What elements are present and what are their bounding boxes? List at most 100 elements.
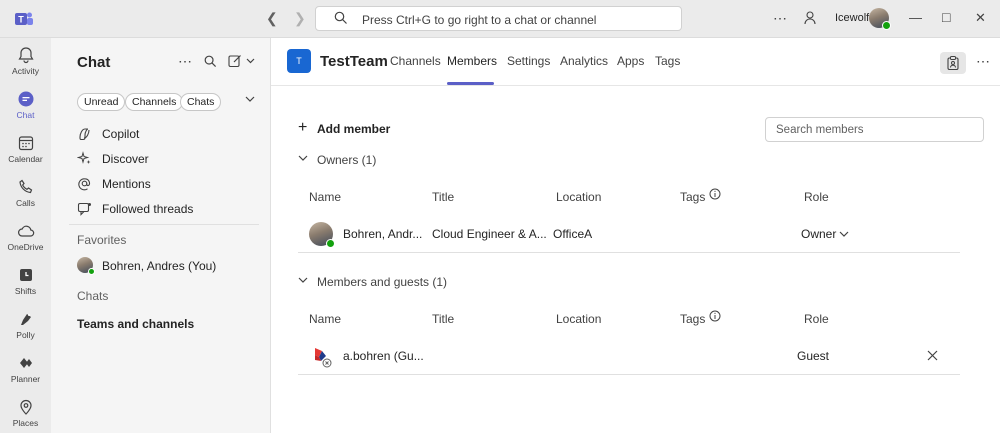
chevron-down-icon <box>298 277 308 283</box>
main-content: T TestTeam Channels Members Settings Ana… <box>271 38 1000 433</box>
minimize-icon[interactable]: — <box>909 10 922 25</box>
cloud-icon <box>17 225 34 237</box>
clipboard-person-icon <box>947 56 959 70</box>
avatar <box>309 222 335 248</box>
info-icon[interactable] <box>709 310 721 322</box>
rail-label: Activity <box>12 66 39 76</box>
chevron-down-icon[interactable] <box>839 231 849 238</box>
bell-icon <box>17 47 34 64</box>
rail-item-activity[interactable]: Activity <box>0 42 51 86</box>
chevron-down-icon[interactable] <box>246 58 255 64</box>
quick-link-label: Discover <box>102 152 149 166</box>
search-icon <box>334 11 347 24</box>
favorite-chat-label: Bohren, Andres (You) <box>102 259 217 273</box>
places-icon <box>19 399 32 415</box>
search-members-input[interactable]: Search members <box>765 117 984 142</box>
active-tab-indicator <box>447 82 494 85</box>
people-icon[interactable] <box>803 10 819 26</box>
info-icon[interactable] <box>709 188 721 200</box>
tab-settings[interactable]: Settings <box>507 54 550 68</box>
copilot-icon <box>79 128 90 141</box>
member-name[interactable]: a.bohren (Gu... <box>343 349 424 363</box>
owners-section-label: Owners (1) <box>317 153 377 167</box>
more-options-icon[interactable]: ⋯ <box>178 53 192 70</box>
filter-chip-chats[interactable]: Chats <box>180 93 222 111</box>
teams-and-channels-heading[interactable]: Teams and channels <box>77 317 194 331</box>
tab-members[interactable]: Members <box>447 54 497 68</box>
column-header-name[interactable]: Name <box>309 312 341 326</box>
maximize-icon[interactable]: □ <box>942 9 950 25</box>
at-sign-icon <box>78 178 91 191</box>
chat-pane: Chat ⋯ Unread Channels Chats Copilot Dis… <box>51 38 271 433</box>
rail-label: Polly <box>16 330 35 340</box>
column-header-location[interactable]: Location <box>556 190 601 204</box>
remove-member-icon[interactable] <box>927 350 938 361</box>
quick-link-label: Followed threads <box>102 202 194 216</box>
member-name[interactable]: Bohren, Andr... <box>343 227 422 241</box>
column-header-role[interactable]: Role <box>804 190 829 204</box>
team-name: TestTeam <box>320 53 388 70</box>
column-header-tags[interactable]: Tags <box>680 312 705 326</box>
column-header-title[interactable]: Title <box>432 312 454 326</box>
polly-icon <box>20 314 31 325</box>
team-header: T TestTeam Channels Members Settings Ana… <box>271 38 1000 86</box>
chats-heading[interactable]: Chats <box>77 289 108 303</box>
user-avatar[interactable] <box>869 8 891 30</box>
rail-item-calendar[interactable]: Calendar <box>0 130 51 174</box>
team-info-button[interactable] <box>940 52 966 74</box>
sparkle-icon <box>77 151 91 164</box>
teams-logo-icon: T <box>15 12 33 25</box>
rail-item-chat[interactable]: Chat <box>0 86 51 130</box>
tab-analytics[interactable]: Analytics <box>560 54 608 68</box>
rail-label: Calls <box>16 198 35 208</box>
divider <box>69 224 259 225</box>
chat-title: Chat <box>77 54 111 71</box>
add-member-label: Add member <box>317 122 391 136</box>
column-header-title[interactable]: Title <box>432 190 454 204</box>
rail-label: Places <box>12 418 39 428</box>
rail-item-polly[interactable]: Polly <box>0 306 51 350</box>
username[interactable]: Icewolf <box>835 12 869 24</box>
rail-item-planner[interactable]: Planner <box>0 350 51 394</box>
filter-chip-unread[interactable]: Unread <box>77 93 126 111</box>
column-header-tags[interactable]: Tags <box>680 190 705 204</box>
member-location: OfficeA <box>553 227 593 241</box>
members-guests-section-label: Members and guests (1) <box>317 275 448 289</box>
plus-icon: + <box>298 119 308 136</box>
tab-channels[interactable]: Channels <box>390 54 441 68</box>
title-bar: T ❮ ❯ Press Ctrl+G to go right to a chat… <box>0 0 1000 38</box>
back-arrow-icon[interactable]: ❮ <box>266 10 278 27</box>
table-row[interactable]: Bohren, Andr... Cloud Engineer & A... Of… <box>298 215 960 253</box>
more-options-icon[interactable]: ⋯ <box>976 53 990 70</box>
app-rail: Activity Chat Calendar Calls OneDrive Sh… <box>0 38 51 433</box>
presence-available-icon <box>882 21 891 30</box>
member-title: Cloud Engineer & A... <box>432 227 547 241</box>
team-avatar: T <box>287 49 311 73</box>
rail-item-places[interactable]: Places <box>0 394 51 433</box>
tab-apps[interactable]: Apps <box>617 54 644 68</box>
global-search-input[interactable]: Press Ctrl+G to go right to a chat or ch… <box>315 6 682 31</box>
rail-item-shifts[interactable]: Shifts <box>0 262 51 306</box>
shifts-icon <box>19 269 32 281</box>
phone-icon <box>18 179 32 194</box>
compose-icon[interactable] <box>228 54 242 68</box>
filter-chip-channels[interactable]: Channels <box>125 93 184 111</box>
column-header-role[interactable]: Role <box>804 312 829 326</box>
column-header-location[interactable]: Location <box>556 312 601 326</box>
chevron-down-icon <box>298 155 308 161</box>
forward-arrow-icon[interactable]: ❯ <box>294 10 306 27</box>
rail-item-calls[interactable]: Calls <box>0 174 51 218</box>
column-header-name[interactable]: Name <box>309 190 341 204</box>
table-row[interactable]: a.bohren (Gu... Guest <box>298 337 960 375</box>
chevron-down-icon[interactable] <box>245 96 255 103</box>
close-window-icon[interactable]: ✕ <box>975 10 986 26</box>
more-options-icon[interactable]: ⋯ <box>773 10 788 27</box>
search-icon[interactable] <box>204 55 217 68</box>
member-role-dropdown[interactable]: Owner <box>801 227 836 241</box>
favorites-heading[interactable]: Favorites <box>77 233 126 247</box>
avatar <box>77 257 95 275</box>
rail-item-onedrive[interactable]: OneDrive <box>0 218 51 262</box>
planner-icon <box>19 358 32 368</box>
rail-label: OneDrive <box>7 242 44 252</box>
tab-tags[interactable]: Tags <box>655 54 680 68</box>
